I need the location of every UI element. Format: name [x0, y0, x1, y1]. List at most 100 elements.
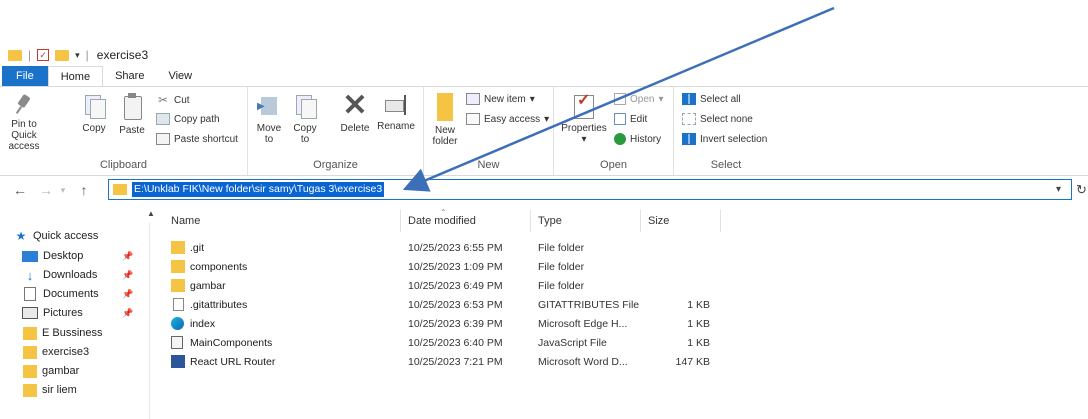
pin-to-quick-access-button[interactable]: Pin to Quick access [2, 93, 46, 152]
scrollbar[interactable] [149, 223, 150, 419]
open-button[interactable]: Open ▾ [614, 93, 664, 105]
address-bar[interactable]: E:\Unklab FIK\New folder\sir samy\Tugas … [108, 179, 1072, 200]
edit-label: Edit [630, 113, 648, 125]
file-size: 1 KB [687, 299, 710, 311]
refresh-icon[interactable]: ↻ [1076, 182, 1087, 198]
new-item-button[interactable]: New item ▾ [466, 93, 535, 105]
column-divider[interactable] [640, 210, 641, 232]
delete-button[interactable]: ✕ Delete [338, 91, 372, 135]
clipboard-group: Pin to Quick access Copy Paste ✂ Cut Cop… [0, 87, 248, 175]
copy-to-button[interactable]: Copy to [290, 93, 320, 145]
move-to-button[interactable]: Move to [254, 93, 284, 145]
select-all-icon [682, 93, 696, 105]
column-divider[interactable] [530, 210, 531, 232]
nav-item-label: exercise3 [42, 346, 90, 358]
chevron-down-icon: ▾ [529, 93, 535, 105]
cut-button[interactable]: ✂ Cut [156, 93, 190, 107]
easy-access-button[interactable]: Easy access ▾ [466, 113, 549, 125]
tab-view[interactable]: View [156, 66, 204, 86]
rename-label: Rename [377, 121, 415, 132]
navigation-pane: ▲ ★ Quick access Desktop 📌 ↓ Downloads 📌… [0, 203, 160, 419]
recent-locations-chevron-icon[interactable]: ▾ [56, 185, 70, 196]
nav-item-label: gambar [42, 365, 80, 377]
select-all-button[interactable]: Select all [682, 93, 741, 105]
copy-path-button[interactable]: Copy path [156, 113, 220, 125]
folder-icon [171, 260, 185, 273]
column-header-size[interactable]: Size [648, 215, 669, 227]
nav-item-label: E Bussiness [42, 327, 103, 339]
file-type: File folder [538, 261, 585, 273]
tab-file[interactable]: File [2, 66, 48, 86]
column-divider[interactable] [720, 210, 721, 232]
nav-item-gambar[interactable]: gambar [22, 362, 79, 380]
separator: | [28, 48, 32, 62]
pin-icon[interactable]: 📌 [122, 308, 133, 319]
column-header-date[interactable]: Date modified [408, 215, 476, 227]
documents-icon [24, 287, 36, 301]
history-button[interactable]: History [614, 133, 661, 145]
file-row[interactable]: gambar 10/25/2023 6:49 PM File folder [160, 277, 1060, 295]
file-row[interactable]: React URL Router 10/25/2023 7:21 PM Micr… [160, 353, 1060, 371]
folder-icon [23, 326, 37, 340]
file-size: 1 KB [687, 318, 710, 330]
nav-item-sir-liem[interactable]: sir liem [22, 381, 77, 399]
nav-item-pictures[interactable]: Pictures [22, 304, 83, 322]
open-icon [614, 93, 626, 105]
tab-share[interactable]: Share [103, 66, 156, 86]
cut-label: Cut [174, 94, 190, 106]
new-folder-button[interactable]: New folder [430, 93, 460, 147]
tab-home[interactable]: Home [47, 66, 104, 86]
new-item-label: New item [484, 93, 526, 105]
file-size: 1 KB [687, 337, 710, 349]
file-type: File folder [538, 242, 585, 254]
properties-button[interactable]: Properties ▾ [558, 93, 610, 145]
chevron-down-icon: ▾ [544, 113, 550, 125]
scroll-up-icon[interactable]: ▲ [147, 209, 155, 218]
address-dropdown-icon[interactable]: ▾ [1056, 184, 1061, 195]
file-list-header: ⌃ Name Date modified Type Size [160, 208, 1060, 232]
column-header-name[interactable]: Name [171, 215, 200, 227]
invert-selection-button[interactable]: Invert selection [682, 133, 767, 145]
back-arrow-icon[interactable]: ← [10, 182, 30, 198]
pin-icon[interactable]: 📌 [122, 289, 133, 300]
separator: | [85, 48, 89, 62]
file-row[interactable]: index 10/25/2023 6:39 PM Microsoft Edge … [160, 315, 1060, 333]
nav-quick-access[interactable]: ★ Quick access [14, 227, 99, 245]
column-header-type[interactable]: Type [538, 215, 562, 227]
file-type: Microsoft Edge H... [538, 318, 628, 330]
folder-icon [8, 49, 22, 61]
column-divider[interactable] [400, 210, 401, 232]
file-name: React URL Router [190, 356, 276, 368]
file-row[interactable]: components 10/25/2023 1:09 PM File folde… [160, 258, 1060, 276]
history-icon [614, 133, 626, 145]
copy-button[interactable]: Copy [80, 93, 108, 134]
properties-quick-icon[interactable]: ✓ [37, 49, 50, 61]
rename-button[interactable]: Rename [376, 93, 416, 132]
nav-item-label: Documents [43, 288, 99, 300]
paste-button[interactable]: Paste [118, 93, 146, 136]
nav-item-downloads[interactable]: ↓ Downloads [22, 266, 98, 284]
star-icon: ★ [15, 229, 27, 243]
nav-item-documents[interactable]: Documents [22, 285, 99, 303]
up-arrow-icon[interactable]: ↑ [74, 182, 94, 198]
select-none-button[interactable]: Select none [682, 113, 753, 125]
file-row[interactable]: MainComponents 10/25/2023 6:40 PM JavaSc… [160, 334, 1060, 352]
file-row[interactable]: .gitattributes 10/25/2023 6:53 PM GITATT… [160, 296, 1060, 314]
properties-label: Properties [561, 123, 607, 134]
file-type: Microsoft Word D... [538, 356, 628, 368]
select-all-label: Select all [700, 93, 741, 105]
paste-shortcut-button[interactable]: Paste shortcut [156, 133, 238, 145]
nav-item-desktop[interactable]: Desktop [22, 247, 83, 265]
edit-button[interactable]: Edit [614, 113, 647, 125]
customize-toolbar-icon[interactable]: ▾ [75, 50, 80, 61]
pin-icon[interactable]: 📌 [122, 251, 133, 262]
nav-item-exercise3[interactable]: exercise3 [22, 343, 89, 361]
nav-item-e-bussiness[interactable]: E Bussiness [22, 324, 103, 342]
file-type: JavaScript File [538, 337, 607, 349]
address-path[interactable]: E:\Unklab FIK\New folder\sir samy\Tugas … [132, 182, 385, 197]
new-folder-quick-icon[interactable] [55, 49, 70, 61]
pin-icon[interactable]: 📌 [122, 270, 133, 281]
forward-arrow-icon[interactable]: → [36, 182, 56, 198]
file-row[interactable]: .git 10/25/2023 6:55 PM File folder [160, 239, 1060, 257]
open-group-label: Open [600, 159, 627, 171]
